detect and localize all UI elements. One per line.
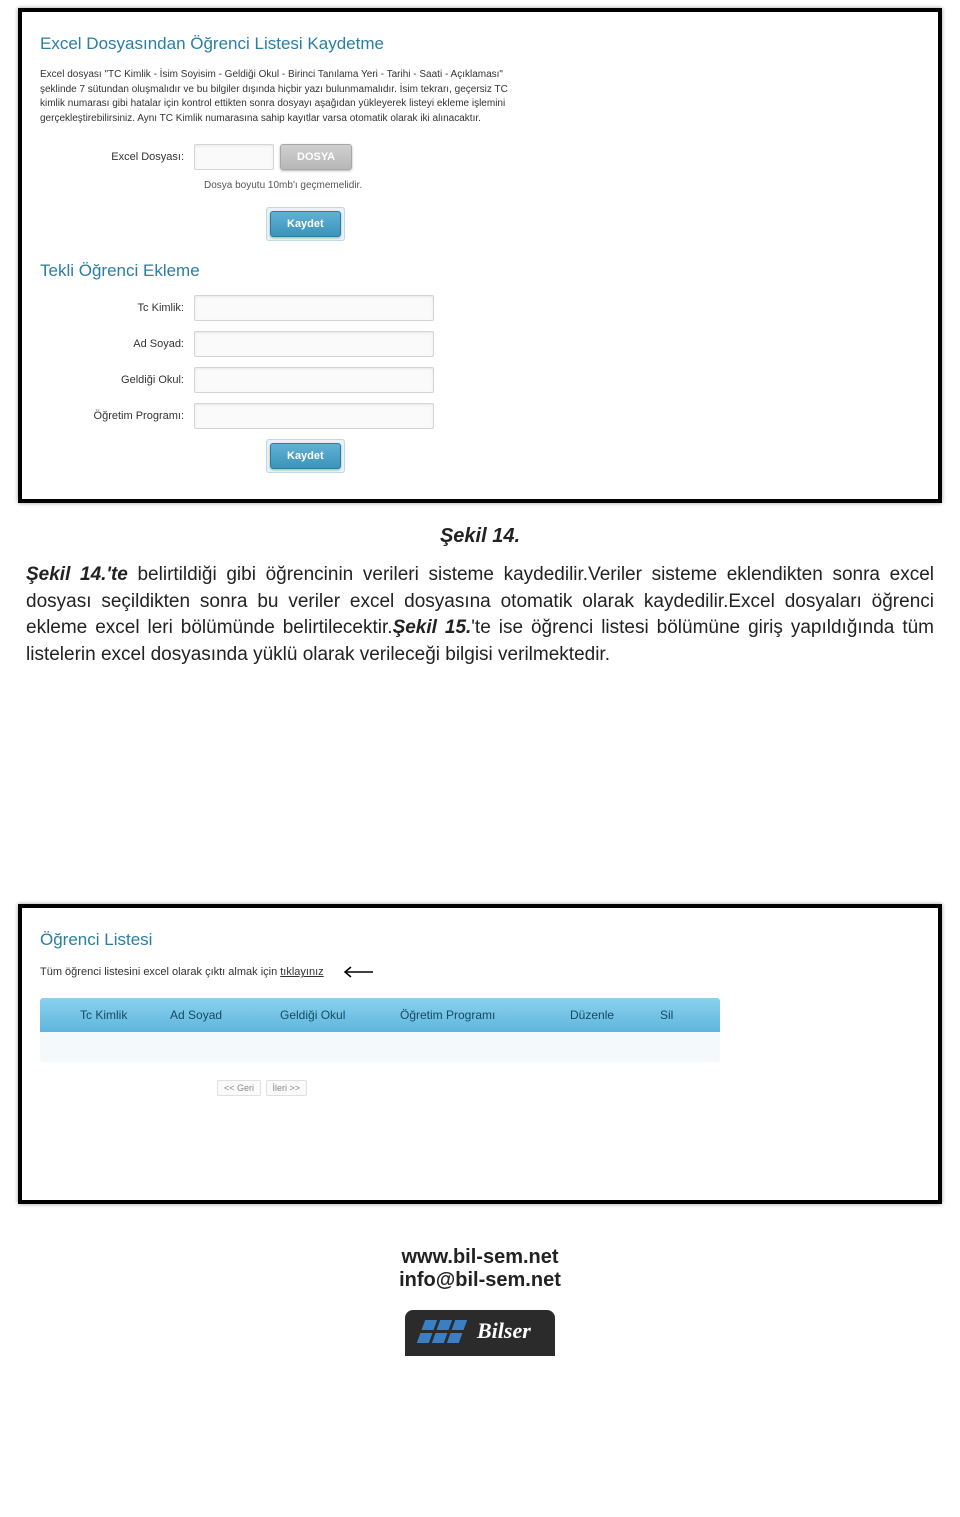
upload-save-button[interactable]: Kaydet xyxy=(270,211,341,237)
tc-input[interactable] xyxy=(194,295,434,321)
program-label: Öğretim Programı: xyxy=(34,410,194,422)
file-row: Excel Dosyası: DOSYA xyxy=(34,144,926,170)
col-school: Geldiği Okul xyxy=(270,1008,390,1022)
file-label: Excel Dosyası: xyxy=(34,151,194,163)
arrow-icon xyxy=(339,964,375,980)
file-note: Dosya boyutu 10mb'ı geçmemelidir. xyxy=(204,180,926,191)
upload-save-wrap: Kaydet xyxy=(266,207,345,241)
upload-description: Excel dosyası "TC Kimlik - İsim Soyisim … xyxy=(40,68,520,126)
pager: << Geri İleri >> xyxy=(216,1080,926,1096)
table-body-empty xyxy=(40,1032,720,1062)
file-browse-button[interactable]: DOSYA xyxy=(280,144,352,170)
col-program: Öğretim Programı xyxy=(390,1008,560,1022)
school-input[interactable] xyxy=(194,367,434,393)
single-title: Tekli Öğrenci Ekleme xyxy=(40,261,926,281)
file-input[interactable] xyxy=(194,144,274,170)
figure-caption-14: Şekil 14. xyxy=(0,525,960,548)
name-label: Ad Soyad: xyxy=(34,338,194,350)
footer: www.bil-sem.net info@bil-sem.net Bilser xyxy=(0,1246,960,1356)
school-label: Geldiği Okul: xyxy=(34,374,194,386)
col-edit: Düzenle xyxy=(560,1008,650,1022)
table-header: Tc Kimlik Ad Soyad Geldiği Okul Öğretim … xyxy=(40,998,720,1032)
footer-logo-text: Bilser xyxy=(477,1318,531,1344)
footer-logo: Bilser xyxy=(405,1310,555,1356)
export-link[interactable]: tıklayınız xyxy=(280,966,323,978)
list-title: Öğrenci Listesi xyxy=(40,930,926,950)
col-del: Sil xyxy=(650,1008,710,1022)
spacer xyxy=(0,676,960,896)
footer-url: www.bil-sem.net xyxy=(0,1246,960,1269)
pager-next[interactable]: İleri >> xyxy=(266,1080,308,1096)
program-input[interactable] xyxy=(194,403,434,429)
col-name: Ad Soyad xyxy=(160,1008,270,1022)
list-subtitle-pre: Tüm öğrenci listesini excel olarak çıktı… xyxy=(40,966,280,978)
upload-title: Excel Dosyasından Öğrenci Listesi Kaydet… xyxy=(40,34,926,54)
single-save-button[interactable]: Kaydet xyxy=(270,443,341,469)
name-input[interactable] xyxy=(194,331,434,357)
list-frame: Öğrenci Listesi Tüm öğrenci listesini ex… xyxy=(18,904,942,1204)
col-tc: Tc Kimlik xyxy=(40,1008,160,1022)
upload-frame: Excel Dosyasından Öğrenci Listesi Kaydet… xyxy=(18,8,942,503)
single-save-wrap: Kaydet xyxy=(266,439,345,473)
body-paragraph: Şekil 14.'te belirtildiği gibi öğrencini… xyxy=(26,562,934,668)
list-subtitle: Tüm öğrenci listesini excel olarak çıktı… xyxy=(40,964,926,980)
tc-label: Tc Kimlik: xyxy=(34,302,194,314)
footer-email: info@bil-sem.net xyxy=(0,1269,960,1292)
pager-prev[interactable]: << Geri xyxy=(217,1080,261,1096)
